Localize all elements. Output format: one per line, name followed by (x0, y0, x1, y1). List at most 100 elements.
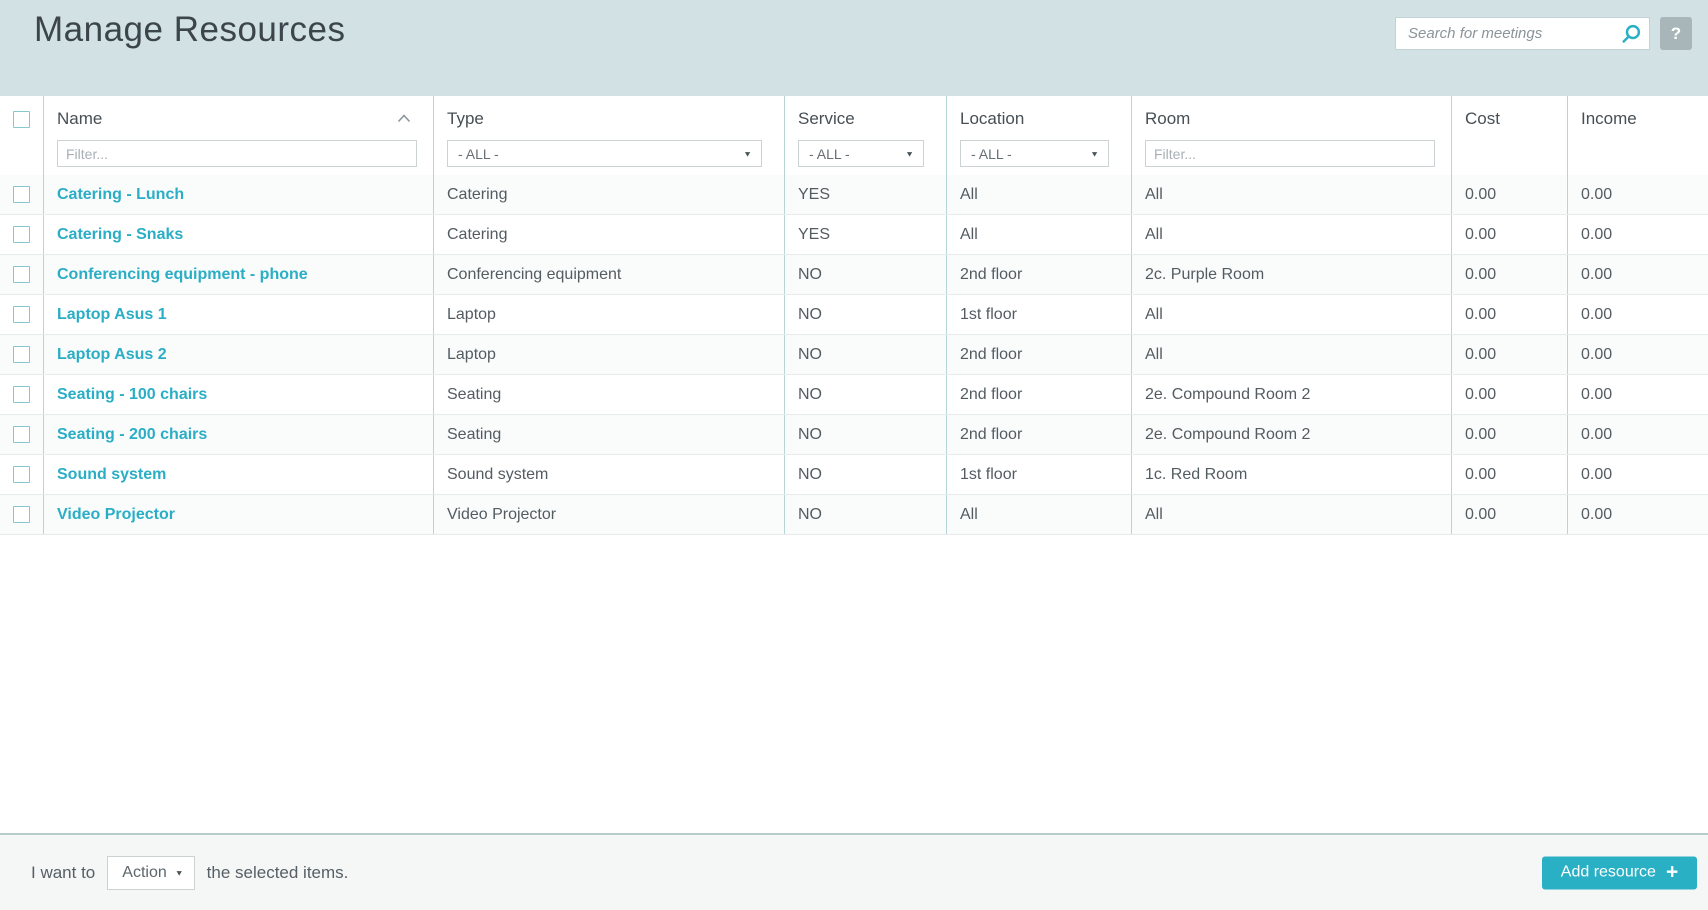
cell-type: Catering (434, 175, 785, 214)
column-label[interactable]: Name (57, 109, 423, 129)
action-select[interactable]: Action ▼ (107, 855, 195, 890)
manage-resources-page: Manage Resources ? Name Type - ALL - ▼ (0, 0, 1708, 910)
row-checkbox[interactable] (13, 266, 30, 283)
row-checkbox[interactable] (13, 506, 30, 523)
cell-room: 2c. Purple Room (1132, 255, 1452, 294)
column-header-service: Service - ALL - ▼ (785, 96, 947, 175)
column-label[interactable]: Type (447, 109, 774, 129)
table-row: Video Projector Video Projector NO All A… (0, 495, 1708, 535)
cell-service: NO (785, 335, 947, 374)
row-checkbox[interactable] (13, 386, 30, 403)
cell-cost: 0.00 (1452, 495, 1568, 534)
table-row: Conferencing equipment - phone Conferenc… (0, 255, 1708, 295)
dropdown-arrow-icon: ▼ (743, 149, 752, 158)
cell-room: All (1132, 215, 1452, 254)
add-resource-button[interactable]: Add resource + (1542, 856, 1697, 889)
row-checkbox-cell (0, 255, 44, 294)
resource-name-link[interactable]: Video Projector (57, 506, 175, 524)
cell-name: Conferencing equipment - phone (44, 255, 434, 294)
cell-room: All (1132, 175, 1452, 214)
select-all-checkbox[interactable] (13, 111, 30, 128)
cell-service: YES (785, 175, 947, 214)
name-filter-input[interactable] (57, 140, 417, 167)
help-button[interactable]: ? (1660, 17, 1692, 50)
cell-type: Catering (434, 215, 785, 254)
type-filter-select[interactable]: - ALL - ▼ (447, 140, 762, 167)
cell-type: Seating (434, 415, 785, 454)
search-input[interactable] (1395, 17, 1650, 50)
row-checkbox-cell (0, 495, 44, 534)
cell-income: 0.00 (1581, 225, 1613, 243)
cell-room: 2e. Compound Room 2 (1132, 375, 1452, 414)
column-label[interactable]: Cost (1465, 109, 1557, 129)
service-filter-select[interactable]: - ALL - ▼ (798, 140, 924, 167)
cell-name: Laptop Asus 1 (44, 295, 434, 334)
column-header-name: Name (44, 96, 434, 175)
resource-name-link[interactable]: Sound system (57, 466, 166, 484)
column-header-room: Room (1132, 96, 1452, 175)
cell-type: Seating (434, 375, 785, 414)
row-checkbox[interactable] (13, 466, 30, 483)
resource-name-link[interactable]: Laptop Asus 1 (57, 306, 167, 324)
row-checkbox-cell (0, 455, 44, 494)
table-body: Catering - Lunch Catering YES All All 0.… (0, 175, 1708, 535)
cell-income: 0.00 (1581, 185, 1613, 203)
resource-name-link[interactable]: Laptop Asus 2 (57, 346, 167, 364)
cell-income: 0.00 (1581, 505, 1613, 523)
cell-cost: 0.00 (1452, 215, 1568, 254)
table-row: Catering - Lunch Catering YES All All 0.… (0, 175, 1708, 215)
column-label[interactable]: Service (798, 109, 936, 129)
resource-name-link[interactable]: Catering - Snaks (57, 226, 183, 244)
room-filter-input[interactable] (1145, 140, 1435, 167)
cell-location: 2nd floor (947, 335, 1132, 374)
cell-type: Conferencing equipment (434, 255, 785, 294)
row-checkbox-cell (0, 295, 44, 334)
cell-name: Seating - 100 chairs (44, 375, 434, 414)
cell-service: NO (785, 455, 947, 494)
cell-income: 0.00 (1581, 305, 1613, 323)
resource-name-link[interactable]: Conferencing equipment - phone (57, 266, 308, 284)
plus-icon: + (1665, 860, 1679, 883)
column-label[interactable]: Income (1581, 109, 1698, 129)
cell-income: 0.00 (1581, 465, 1613, 483)
cell-service: NO (785, 495, 947, 534)
cell-name: Sound system (44, 455, 434, 494)
row-checkbox[interactable] (13, 226, 30, 243)
table-row: Laptop Asus 1 Laptop NO 1st floor All 0.… (0, 295, 1708, 335)
search-icon[interactable] (1621, 23, 1642, 44)
sort-ascending-icon[interactable] (397, 114, 411, 123)
bulk-action-bar: I want to Action ▼ the selected items. A… (0, 833, 1708, 910)
row-checkbox[interactable] (13, 186, 30, 203)
resource-name-link[interactable]: Seating - 100 chairs (57, 386, 207, 404)
search-box (1395, 17, 1650, 50)
table-row: Laptop Asus 2 Laptop NO 2nd floor All 0.… (0, 335, 1708, 375)
bulk-action-text-prefix: I want to (31, 862, 96, 882)
cell-location: All (947, 215, 1132, 254)
table-row: Seating - 200 chairs Seating NO 2nd floo… (0, 415, 1708, 455)
page-title: Manage Resources (34, 10, 346, 49)
cell-location: 1st floor (947, 455, 1132, 494)
column-label[interactable]: Room (1145, 109, 1441, 129)
cell-cost: 0.00 (1452, 295, 1568, 334)
cell-room: All (1132, 495, 1452, 534)
select-value: - ALL - (809, 145, 850, 162)
cell-type: Sound system (434, 455, 785, 494)
dropdown-arrow-icon: ▼ (905, 149, 914, 158)
location-filter-select[interactable]: - ALL - ▼ (960, 140, 1109, 167)
page-header: Manage Resources ? (0, 0, 1708, 96)
table-row: Seating - 100 chairs Seating NO 2nd floo… (0, 375, 1708, 415)
cell-location: All (947, 175, 1132, 214)
select-value: - ALL - (971, 145, 1012, 162)
cell-cost: 0.00 (1452, 175, 1568, 214)
row-checkbox[interactable] (13, 306, 30, 323)
table-header: Name Type - ALL - ▼ Service - ALL - ▼ Lo… (0, 96, 1708, 175)
row-checkbox[interactable] (13, 346, 30, 363)
cell-name: Catering - Lunch (44, 175, 434, 214)
cell-room: All (1132, 295, 1452, 334)
resource-name-link[interactable]: Catering - Lunch (57, 186, 184, 204)
column-label[interactable]: Location (960, 109, 1121, 129)
cell-name: Laptop Asus 2 (44, 335, 434, 374)
cell-location: 1st floor (947, 295, 1132, 334)
resource-name-link[interactable]: Seating - 200 chairs (57, 426, 207, 444)
row-checkbox[interactable] (13, 426, 30, 443)
